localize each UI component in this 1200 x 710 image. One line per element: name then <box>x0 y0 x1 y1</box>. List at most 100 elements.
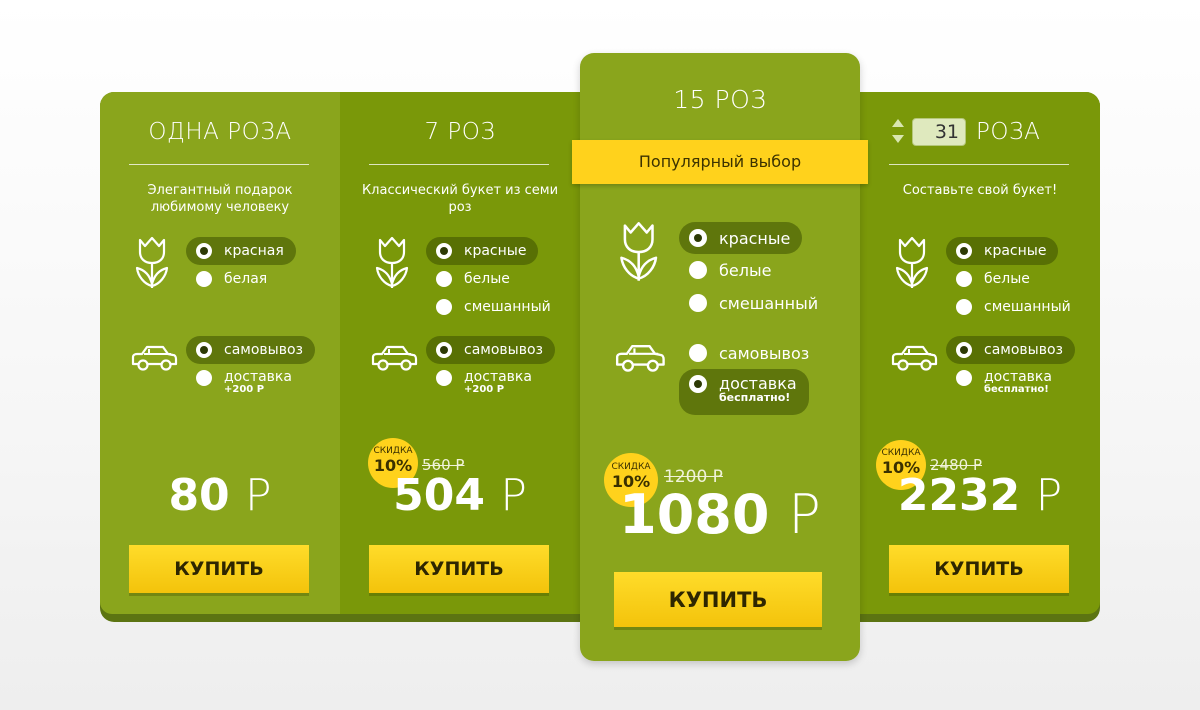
radio-button[interactable] <box>436 342 452 358</box>
radio-button[interactable] <box>956 243 972 259</box>
increment-arrow-icon[interactable] <box>892 119 904 127</box>
car-icon <box>371 345 418 371</box>
option-red[interactable]: красные <box>679 222 803 254</box>
price: 2232 Р <box>860 470 1100 521</box>
currency: Р <box>788 483 821 546</box>
price-value: 504 <box>393 470 485 521</box>
flower-icon <box>620 222 658 283</box>
buy-button[interactable]: КУПИТЬ <box>129 545 309 593</box>
option-pickup[interactable]: самовывоз <box>679 337 821 369</box>
popular-choice-ribbon: Популярный выбор <box>572 140 868 184</box>
price-value: 2232 <box>897 470 1021 521</box>
flower-icon <box>135 236 169 290</box>
radio-button[interactable] <box>436 271 452 287</box>
radio-button[interactable] <box>689 229 707 247</box>
car-icon <box>615 345 665 372</box>
radio-button[interactable] <box>956 299 972 315</box>
radio-button[interactable] <box>956 342 972 358</box>
option-label: красные <box>719 228 791 248</box>
quantity-input[interactable] <box>912 118 966 146</box>
option-label: белая <box>224 271 268 287</box>
option-white[interactable]: белые <box>679 254 783 286</box>
flower-icon <box>895 236 929 290</box>
radio-button[interactable] <box>196 243 212 259</box>
option-label: доставка <box>464 369 532 385</box>
option-pickup[interactable]: самовывоз <box>186 336 315 364</box>
option-mixed[interactable]: смешанный <box>946 293 1083 321</box>
delivery-note: +200 Р <box>224 384 265 395</box>
radio-button[interactable] <box>689 344 707 362</box>
plan-seven-roses: 7 РОЗ Классический букет из семи роз кра… <box>340 92 580 614</box>
price-value: 80 <box>168 470 230 521</box>
plan-title: 15 РОЗ <box>673 85 767 114</box>
radio-button[interactable] <box>956 370 972 386</box>
option-white[interactable]: белые <box>946 265 1042 293</box>
car-icon <box>131 345 178 371</box>
currency: Р <box>245 470 272 521</box>
option-delivery[interactable]: доставка бесплатно! <box>679 369 809 415</box>
plan-description: Элегантный подарок любимому человеку <box>147 183 293 215</box>
option-label: белые <box>464 271 510 287</box>
plan-title: РОЗА <box>976 119 1041 145</box>
delivery-note: бесплатно! <box>719 391 791 404</box>
radio-button[interactable] <box>196 370 212 386</box>
option-red[interactable]: красные <box>946 237 1059 265</box>
option-label: смешанный <box>719 293 819 313</box>
radio-button[interactable] <box>689 375 707 393</box>
divider <box>129 164 309 165</box>
currency: Р <box>1035 470 1063 521</box>
option-white[interactable]: белая <box>186 265 279 293</box>
option-label: смешанный <box>984 299 1071 315</box>
option-delivery[interactable]: доставка бесплатно! <box>946 364 1064 404</box>
price: 80 Р <box>100 470 340 521</box>
price: 1080 Р <box>580 483 860 546</box>
quantity-stepper[interactable] <box>890 118 970 146</box>
radio-button[interactable] <box>689 294 707 312</box>
option-label: белые <box>719 260 772 280</box>
option-label: красные <box>464 243 527 259</box>
plan-title: 7 РОЗ <box>424 119 496 145</box>
option-pickup[interactable]: самовывоз <box>426 336 555 364</box>
divider <box>889 164 1069 165</box>
divider <box>369 164 549 165</box>
option-label: самовывоз <box>224 342 303 358</box>
radio-button[interactable] <box>956 271 972 287</box>
flower-icon <box>375 236 409 290</box>
option-red[interactable]: красные <box>426 237 539 265</box>
radio-button[interactable] <box>196 271 212 287</box>
plan-description: Классический букет из семи роз <box>361 183 559 215</box>
radio-button[interactable] <box>436 299 452 315</box>
option-label: красная <box>224 243 284 259</box>
option-label: белые <box>984 271 1030 287</box>
currency: Р <box>500 470 527 521</box>
option-red[interactable]: красная <box>186 237 296 265</box>
plan-description: Составьте свой букет! <box>902 183 1058 198</box>
decrement-arrow-icon[interactable] <box>892 135 904 143</box>
option-label: красные <box>984 243 1047 259</box>
radio-button[interactable] <box>436 243 452 259</box>
option-label: самовывоз <box>464 342 543 358</box>
buy-button[interactable]: КУПИТЬ <box>369 545 549 593</box>
option-label: доставка <box>984 369 1052 385</box>
option-white[interactable]: белые <box>426 265 522 293</box>
buy-button[interactable]: КУПИТЬ <box>889 545 1069 593</box>
price-value: 1080 <box>619 483 770 546</box>
buy-button[interactable]: КУПИТЬ <box>614 572 822 627</box>
car-icon <box>891 345 938 371</box>
plan-title: ОДНА РОЗА <box>148 119 292 145</box>
option-label: самовывоз <box>984 342 1063 358</box>
option-label: самовывоз <box>719 343 810 363</box>
radio-button[interactable] <box>689 261 707 279</box>
delivery-note: бесплатно! <box>984 384 1049 395</box>
option-delivery[interactable]: доставка +200 Р <box>186 364 304 404</box>
plan-one-rose: ОДНА РОЗА Элегантный подарок любимому че… <box>100 92 340 614</box>
option-mixed[interactable]: смешанный <box>679 287 830 319</box>
option-delivery[interactable]: доставка +200 Р <box>426 364 544 404</box>
option-pickup[interactable]: самовывоз <box>946 336 1075 364</box>
option-label: доставка <box>224 369 292 385</box>
radio-button[interactable] <box>436 370 452 386</box>
delivery-note: +200 Р <box>464 384 505 395</box>
radio-button[interactable] <box>196 342 212 358</box>
option-label: смешанный <box>464 299 551 315</box>
option-mixed[interactable]: смешанный <box>426 293 563 321</box>
